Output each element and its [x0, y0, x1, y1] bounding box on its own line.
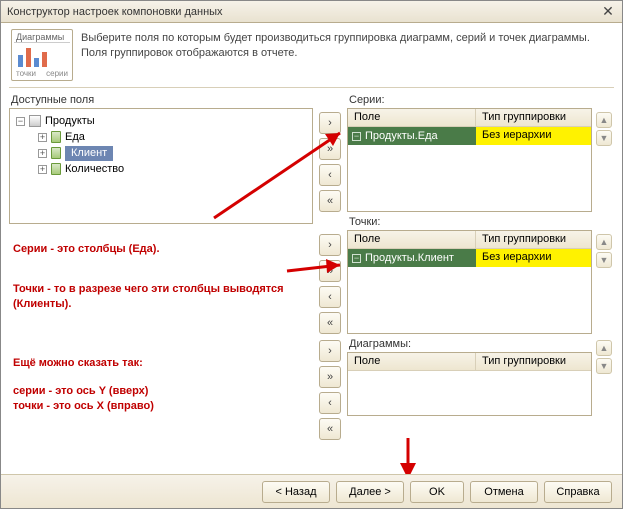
points-row-field: Продукты.Клиент	[365, 252, 454, 264]
expander-icon[interactable]: +	[38, 133, 47, 142]
next-button[interactable]: Далее >	[336, 481, 404, 503]
diagram-thumbnail-tab: Диаграммы	[14, 32, 70, 43]
annotation-points: Точки - то в разрезе чего эти столбцы вы…	[13, 282, 303, 312]
tree-item-label: Количество	[65, 163, 124, 175]
move-all-right-button[interactable]: »	[319, 138, 341, 160]
move-down-button[interactable]: ▼	[596, 130, 612, 146]
window-title: Конструктор настроек компоновки данных	[7, 6, 223, 18]
tree-item-label: Еда	[65, 131, 85, 143]
move-right-button[interactable]: ›	[319, 112, 341, 134]
points-label: Точки:	[347, 216, 592, 230]
move-right-button[interactable]: ›	[319, 340, 341, 362]
close-icon[interactable]: ✕	[600, 4, 616, 20]
wizard-hint: Выберите поля по которым будет производи…	[81, 29, 612, 81]
tree-item-label: Клиент	[65, 146, 113, 161]
thumb-axis-points: точки	[16, 69, 36, 78]
tree-item-client[interactable]: + Клиент	[12, 145, 310, 161]
tree-root[interactable]: − Продукты	[12, 113, 310, 129]
ok-button[interactable]: OK	[410, 481, 464, 503]
move-down-button[interactable]: ▼	[596, 358, 612, 374]
wizard-hint-line2: Поля группировок отображаются в отчете.	[81, 46, 612, 61]
help-button[interactable]: Справка	[544, 481, 612, 503]
points-row-group: Без иерархии	[476, 249, 591, 267]
annotation-axis-x: точки - это ось X (вправо)	[13, 399, 154, 414]
diagrams-grid[interactable]: Поле Тип группировки	[347, 352, 592, 416]
diagrams-label: Диаграммы:	[347, 338, 592, 352]
move-all-right-button[interactable]: »	[319, 260, 341, 282]
back-button[interactable]: < Назад	[262, 481, 330, 503]
wizard-hint-line1: Выберите поля по которым будет производи…	[81, 31, 612, 46]
annotation-axis-y: серии - это ось Y (вверх)	[13, 384, 154, 399]
points-col-field[interactable]: Поле	[348, 231, 476, 248]
diagrams-col-group[interactable]: Тип группировки	[476, 353, 591, 370]
diagram-thumbnail-chart	[14, 43, 70, 69]
collapse-icon: −	[352, 132, 361, 141]
series-col-group[interactable]: Тип группировки	[476, 109, 591, 126]
move-left-button[interactable]: ‹	[319, 392, 341, 414]
wizard-footer: < Назад Далее > OK Отмена Справка	[1, 474, 622, 508]
move-down-button[interactable]: ▼	[596, 252, 612, 268]
wizard-header: Диаграммы точки серии Выберите поля по к…	[1, 23, 622, 83]
move-up-button[interactable]: ▲	[596, 234, 612, 250]
points-col-group[interactable]: Тип группировки	[476, 231, 591, 248]
move-left-button[interactable]: ‹	[319, 286, 341, 308]
available-fields-label: Доступные поля	[9, 94, 313, 108]
series-grid[interactable]: Поле Тип группировки − Продукты.Еда Без …	[347, 108, 592, 212]
move-up-button[interactable]: ▲	[596, 340, 612, 356]
series-row-group: Без иерархии	[476, 127, 591, 145]
points-grid[interactable]: Поле Тип группировки − Продукты.Клиент Б…	[347, 230, 592, 334]
titlebar: Конструктор настроек компоновки данных ✕	[1, 1, 622, 23]
cube-icon	[29, 115, 41, 127]
move-all-left-button[interactable]: «	[319, 312, 341, 334]
expander-icon[interactable]: +	[38, 165, 47, 174]
field-icon	[51, 131, 61, 143]
tree-item-qty[interactable]: + Количество	[12, 161, 310, 177]
move-all-right-button[interactable]: »	[319, 366, 341, 388]
diagrams-col-field[interactable]: Поле	[348, 353, 476, 370]
series-row-field: Продукты.Еда	[365, 130, 438, 142]
move-all-left-button[interactable]: «	[319, 190, 341, 212]
series-col-field[interactable]: Поле	[348, 109, 476, 126]
thumb-axis-series: серии	[46, 69, 68, 78]
move-right-button[interactable]: ›	[319, 234, 341, 256]
cancel-button[interactable]: Отмена	[470, 481, 538, 503]
tree-root-label: Продукты	[45, 115, 95, 127]
points-row[interactable]: − Продукты.Клиент Без иерархии	[348, 249, 591, 267]
expander-icon[interactable]: −	[16, 117, 25, 126]
move-up-button[interactable]: ▲	[596, 112, 612, 128]
collapse-icon: −	[352, 254, 361, 263]
annotation-axes: серии - это ось Y (вверх) точки - это ос…	[13, 384, 160, 414]
tree-item-eda[interactable]: + Еда	[12, 129, 310, 145]
annotation-series: Серии - это столбцы (Еда).	[13, 242, 166, 257]
annotation-also: Ещё можно сказать так:	[13, 356, 149, 371]
expander-icon[interactable]: +	[38, 149, 47, 158]
diagram-thumbnail: Диаграммы точки серии	[11, 29, 73, 81]
move-left-button[interactable]: ‹	[319, 164, 341, 186]
series-label: Серии:	[347, 94, 592, 108]
field-icon	[51, 147, 61, 159]
series-row[interactable]: − Продукты.Еда Без иерархии	[348, 127, 591, 145]
field-icon	[51, 163, 61, 175]
move-all-left-button[interactable]: «	[319, 418, 341, 440]
available-fields-tree[interactable]: − Продукты + Еда + Клиент + Количество	[9, 108, 313, 224]
